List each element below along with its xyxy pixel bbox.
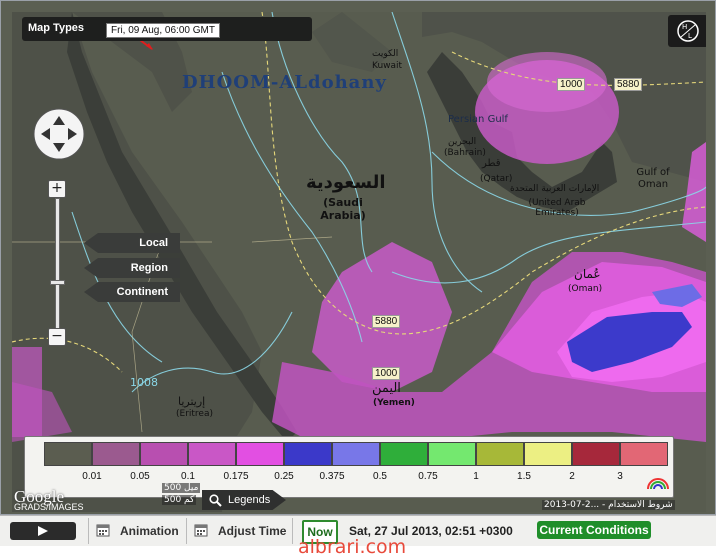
legend-swatch	[188, 442, 236, 466]
place-label-gulf-of-oman: Gulf of Oman	[636, 167, 670, 190]
legend-tick: 0.375	[319, 471, 345, 482]
place-label-oman: (Oman)	[568, 284, 603, 294]
zoom-out-button[interactable]: −	[48, 328, 66, 346]
place-label-eritrea: (Eritrea)	[176, 409, 213, 419]
precipitation-legend: 0.01 0.05 0.1 0.175 0.25 0.375 0.5 0.75 …	[24, 436, 674, 498]
zoom-slider-handle[interactable]	[50, 280, 65, 285]
pan-arrows-icon	[33, 108, 85, 160]
legend-swatch	[140, 442, 188, 466]
contour-label: 1008	[130, 376, 158, 389]
legend-swatch	[380, 442, 428, 466]
weather-map-frame: Map Types Fri, 09 Aug, 06:00 GMT DHOOM-A…	[0, 0, 716, 515]
legends-button-label: Legends	[228, 494, 271, 506]
place-label-saudi-arabia: (Saudi Arabia)	[320, 196, 366, 222]
place-label-kuwait-ar: الكويت	[372, 49, 399, 59]
zoom-slider-track[interactable]	[55, 198, 60, 346]
scale-button-continent[interactable]: Continent	[84, 282, 180, 302]
toolbar-divider	[186, 518, 187, 544]
place-label-yemen: (Yemen)	[373, 398, 415, 408]
legend-tick: 0.1	[181, 471, 195, 482]
adjust-time-button[interactable]: Adjust Time	[218, 524, 286, 538]
map-types-label[interactable]: Map Types	[28, 22, 84, 34]
legend-swatch	[572, 442, 620, 466]
map-types-panel[interactable]: Map Types Fri, 09 Aug, 06:00 GMT	[22, 17, 312, 41]
legend-tick: 0.05	[130, 471, 150, 482]
contour-label: 5880	[372, 315, 401, 328]
legend-swatch	[620, 442, 668, 466]
contour-label: 5880	[614, 78, 643, 91]
legend-tick: 0.175	[223, 471, 249, 482]
hl-toggle-icon: H L	[677, 20, 699, 42]
pan-control[interactable]	[32, 107, 86, 161]
legend-tick: 0.25	[274, 471, 294, 482]
zoom-in-button[interactable]: +	[48, 180, 66, 198]
legend-tick: 3	[617, 471, 623, 482]
toolbar-divider	[292, 518, 293, 544]
legend-tick: 0.01	[82, 471, 102, 482]
toolbar-divider	[88, 518, 89, 544]
place-label-kuwait: Kuwait	[372, 61, 403, 71]
legend-swatch	[524, 442, 572, 466]
place-label-qatar-ar: قطر	[482, 158, 501, 169]
map-credit: GRADS/IMAGES	[14, 502, 84, 512]
animation-button[interactable]: Animation	[120, 524, 179, 538]
site-watermark: albrari.com	[298, 536, 407, 558]
legend-swatch	[332, 442, 380, 466]
legend-tick: 2	[569, 471, 575, 482]
magnifier-icon	[209, 494, 222, 507]
legend-tick: 0.5	[373, 471, 387, 482]
contour-label: 1000	[372, 367, 401, 380]
legend-tick: 1.5	[517, 471, 531, 482]
play-button[interactable]	[10, 522, 76, 540]
legend-swatch	[92, 442, 140, 466]
zoom-control[interactable]: + −	[48, 180, 72, 360]
svg-text:H: H	[682, 23, 687, 31]
place-label-saudi-arabia-ar: السعودية	[306, 172, 386, 193]
play-icon	[38, 526, 48, 536]
forecast-time-box[interactable]: Fri, 09 Aug, 06:00 GMT	[106, 23, 220, 38]
map-watermark-title: DHOOM-ALdohany	[182, 72, 387, 93]
legend-swatch	[476, 442, 524, 466]
map-scale-km: 500 كم	[162, 495, 197, 505]
calendar-icon[interactable]	[194, 523, 208, 537]
place-label-eritrea-ar: إريتريا	[178, 395, 206, 408]
svg-text:L: L	[688, 32, 692, 40]
place-label-bahrain-ar: البحرين	[448, 137, 477, 147]
legends-button[interactable]: Legends	[202, 490, 286, 510]
legend-swatch	[236, 442, 284, 466]
hl-toggle-button[interactable]: H L	[668, 15, 706, 47]
legend-swatch	[428, 442, 476, 466]
rainbow-logo-icon	[647, 478, 669, 490]
legend-swatch	[44, 442, 92, 466]
copyright-text[interactable]: 2013-07-2... - شروط الاستخدام	[542, 500, 675, 510]
place-label-yemen-ar: اليمن	[372, 381, 401, 396]
place-label-uae-ar: الإمارات العربية المتحدة	[510, 184, 600, 194]
map-scale-miles: 500 ميل	[162, 483, 201, 493]
place-label-qatar: (Qatar)	[480, 174, 513, 184]
current-conditions-button[interactable]: Current Conditions	[537, 521, 651, 539]
map-canvas[interactable]: Map Types Fri, 09 Aug, 06:00 GMT DHOOM-A…	[12, 12, 706, 512]
legend-tick: 1	[473, 471, 479, 482]
scale-button-local[interactable]: Local	[84, 233, 180, 253]
place-label-oman-ar: عُمان	[574, 267, 601, 281]
legend-tick: 0.75	[418, 471, 438, 482]
legend-swatch	[284, 442, 332, 466]
calendar-icon[interactable]	[96, 523, 110, 537]
place-label-bahrain: (Bahrain)	[444, 148, 486, 158]
place-label-uae: (United Arab Emirates)	[528, 198, 586, 218]
scale-button-region[interactable]: Region	[84, 258, 180, 278]
place-label-persian-gulf: Persian Gulf	[448, 114, 508, 125]
contour-label: 1000	[557, 78, 586, 91]
